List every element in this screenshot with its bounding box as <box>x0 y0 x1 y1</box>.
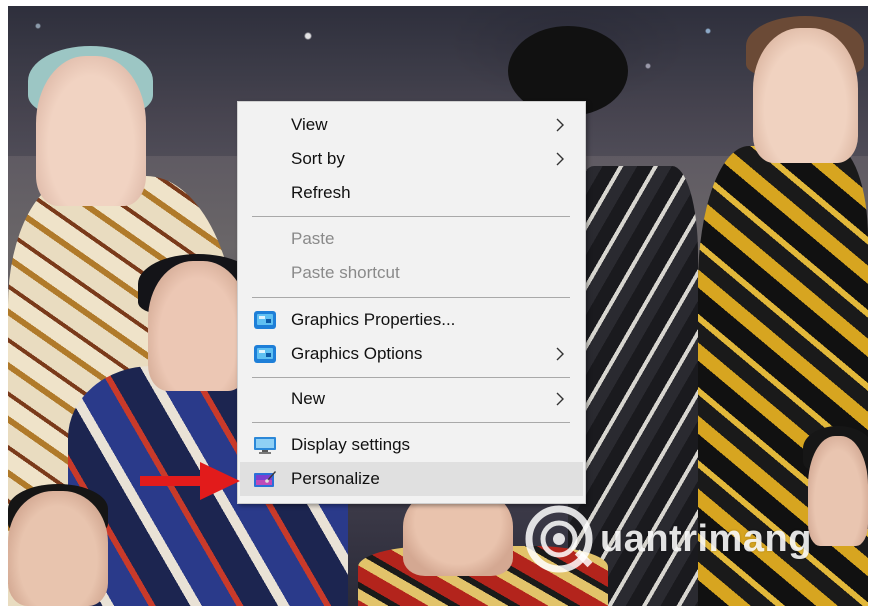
menu-item-display-settings[interactable]: Display settings <box>240 428 583 462</box>
menu-item-new[interactable]: New <box>240 382 583 416</box>
wallpaper-person-7-face <box>8 491 108 606</box>
menu-item-label: View <box>291 115 328 134</box>
menu-item-label: Sort by <box>291 149 345 168</box>
menu-item-label: Paste shortcut <box>291 263 400 282</box>
menu-item-sort-by[interactable]: Sort by <box>240 142 583 176</box>
menu-item-label: Graphics Properties... <box>291 310 456 329</box>
menu-item-paste[interactable]: Paste <box>240 222 583 256</box>
chevron-right-icon <box>556 392 564 406</box>
menu-item-label: Refresh <box>291 183 351 202</box>
menu-separator <box>252 297 570 298</box>
wallpaper-person-4-face <box>753 28 858 163</box>
menu-separator <box>252 422 570 423</box>
menu-item-label: Display settings <box>291 435 411 454</box>
red-arrow-annotation-icon <box>140 462 240 500</box>
watermark-text: uantrimang <box>600 518 812 560</box>
menu-item-personalize[interactable]: Personalize <box>240 462 583 496</box>
intel-graphics-icon <box>254 345 276 363</box>
menu-item-graphics-properties[interactable]: Graphics Properties... <box>240 303 583 337</box>
menu-item-label: Paste <box>291 229 335 248</box>
menu-item-label: Graphics Options <box>291 344 423 363</box>
wallpaper-person-1-face <box>36 56 146 206</box>
menu-item-label: Personalize <box>291 469 380 488</box>
menu-item-refresh[interactable]: Refresh <box>240 176 583 210</box>
intel-graphics-icon <box>254 311 276 329</box>
menu-item-paste-shortcut[interactable]: Paste shortcut <box>240 256 583 290</box>
menu-item-label: New <box>291 389 326 408</box>
display-monitor-icon <box>254 437 276 454</box>
menu-separator <box>252 216 570 217</box>
menu-separator <box>252 377 570 378</box>
watermark: uantrimang <box>520 496 865 580</box>
desktop-context-menu: View Sort by Refresh Paste Paste shortcu… <box>237 101 586 504</box>
personalize-brush-icon <box>254 471 276 487</box>
chevron-right-icon <box>556 152 564 166</box>
menu-item-view[interactable]: View <box>240 108 583 142</box>
wallpaper-person-2-face <box>148 261 248 391</box>
watermark-logo-icon <box>525 505 593 573</box>
menu-item-graphics-options[interactable]: Graphics Options <box>240 337 583 371</box>
chevron-right-icon <box>556 118 564 132</box>
chevron-right-icon <box>556 347 564 361</box>
